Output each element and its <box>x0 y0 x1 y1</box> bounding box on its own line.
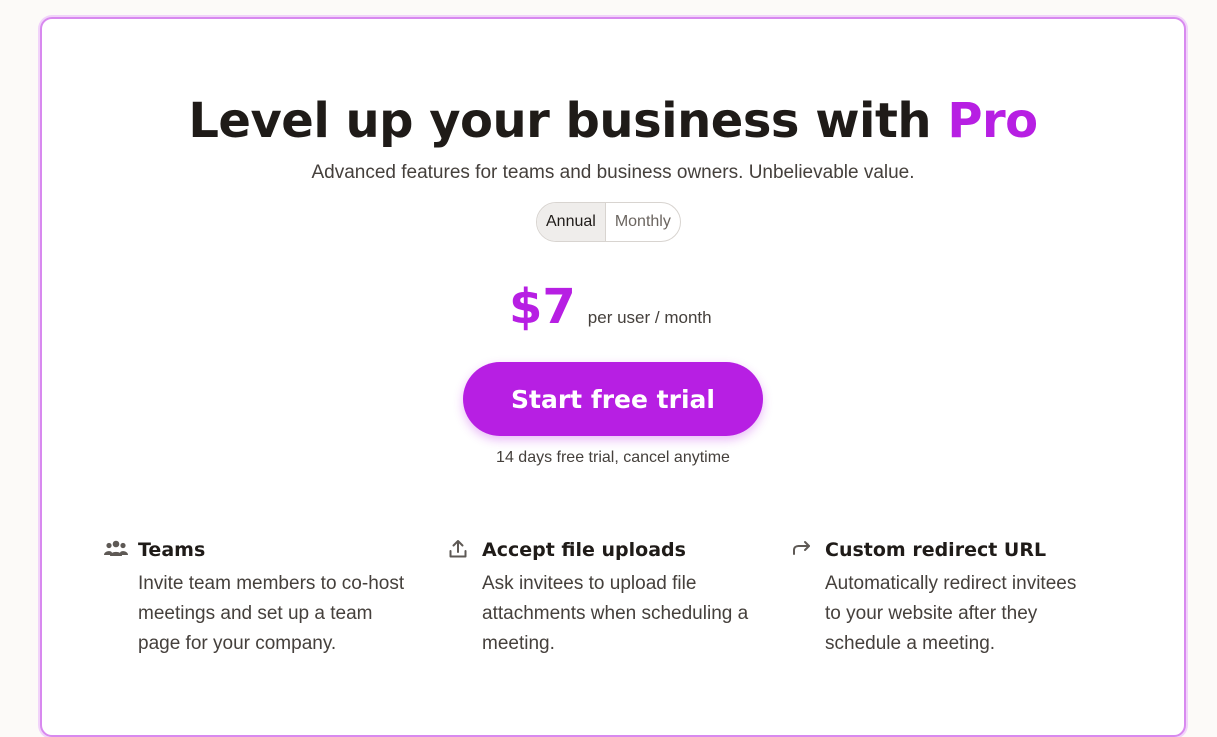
price-unit: per user / month <box>587 308 712 327</box>
feature-title: Custom redirect URL <box>825 539 1047 561</box>
annual-option[interactable]: Annual <box>537 203 606 241</box>
feature-title: Teams <box>138 539 206 561</box>
feature-title: Accept file uploads <box>482 539 686 561</box>
page-title: Level up your business with Pro <box>42 89 1184 153</box>
users-icon <box>104 537 138 561</box>
price-amount: $7 <box>509 279 576 335</box>
feature-teams: Teams Invite team members to co-host mee… <box>104 537 408 659</box>
feature-file-uploads: Accept file uploads Ask invitees to uplo… <box>448 537 752 659</box>
start-free-trial-button[interactable]: Start free trial <box>463 362 763 436</box>
feature-custom-redirect: Custom redirect URL Automatically redire… <box>791 537 1095 659</box>
feature-description: Automatically redirect invitees to your … <box>825 573 1077 654</box>
feature-description: Ask invitees to upload file attachments … <box>482 573 749 654</box>
redirect-arrow-icon <box>791 537 825 561</box>
pro-plan-card: Level up your business with Pro Advanced… <box>40 17 1186 737</box>
feature-description: Invite team members to co-host meetings … <box>138 573 405 654</box>
trial-note: 14 days free trial, cancel anytime <box>496 449 730 466</box>
billing-period-toggle: Annual Monthly <box>536 202 681 242</box>
upload-icon <box>448 537 482 561</box>
title-highlight: Pro <box>947 93 1038 149</box>
price-row: $7 per user / month <box>509 279 712 335</box>
subtitle: Advanced features for teams and business… <box>311 162 915 183</box>
title-main: Level up your business with <box>188 93 932 149</box>
monthly-option[interactable]: Monthly <box>606 203 680 241</box>
